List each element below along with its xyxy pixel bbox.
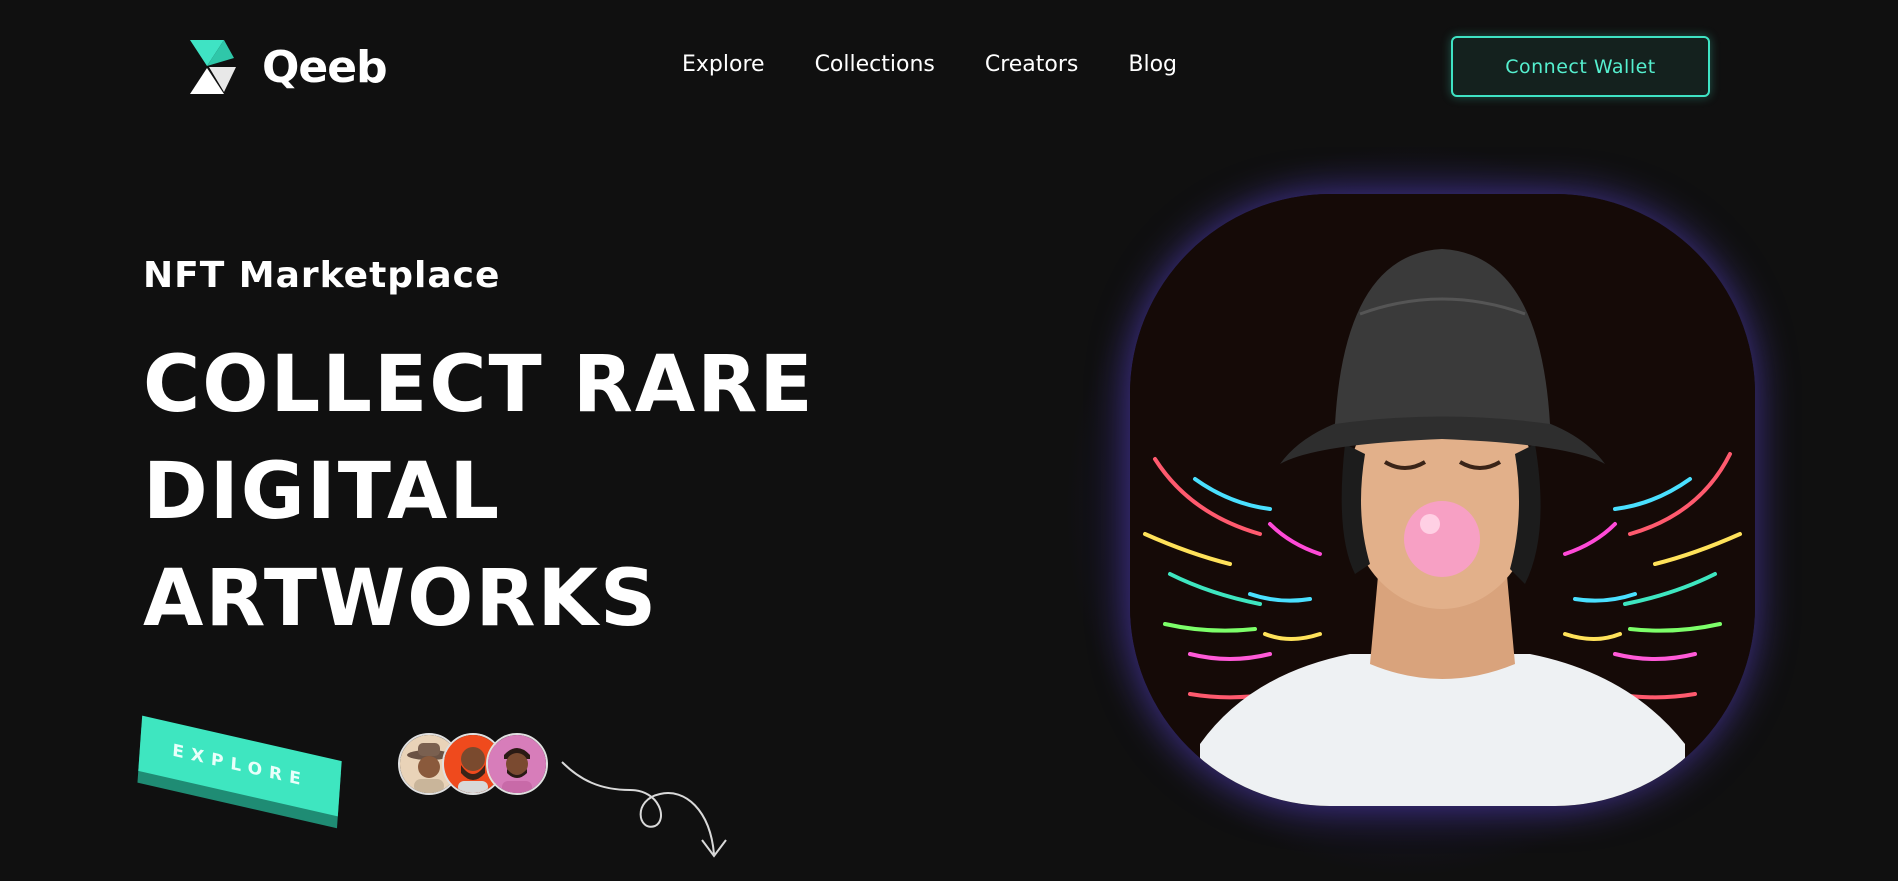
creator-avatars — [398, 733, 548, 795]
avatar[interactable] — [486, 733, 548, 795]
nav-blog[interactable]: Blog — [1128, 52, 1177, 77]
explore-button[interactable]: EXPLORE — [138, 715, 342, 817]
headline-line-1: COLLECT RARE — [143, 340, 815, 430]
featured-nft-artwork[interactable] — [1130, 194, 1755, 806]
nav-collections[interactable]: Collections — [815, 52, 935, 77]
headline-line-3: ARTWORKS — [143, 554, 659, 644]
hero-kicker: NFT Marketplace — [143, 255, 501, 296]
hero-headline: COLLECT RARE DIGITAL ARTWORKS — [143, 332, 903, 653]
nav-creators[interactable]: Creators — [985, 52, 1079, 77]
triangle-logo-icon — [190, 40, 236, 94]
brand-logo[interactable]: Qeeb — [190, 40, 388, 95]
brand-name: Qeeb — [262, 42, 388, 93]
headline-line-2: DIGITAL — [143, 447, 502, 537]
main-nav: Explore Collections Creators Blog — [682, 52, 1227, 77]
curly-arrow-down-icon — [561, 761, 727, 858]
nav-explore[interactable]: Explore — [682, 52, 765, 77]
connect-wallet-button[interactable]: Connect Wallet — [1451, 36, 1710, 97]
